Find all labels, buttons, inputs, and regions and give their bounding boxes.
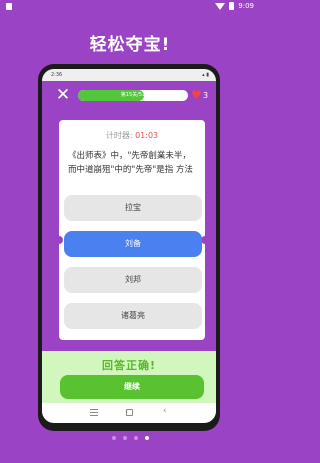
back-icon[interactable]: ‹	[163, 406, 167, 416]
app-screen: 2:36 ▴ ▮ ✕ 第15关/51 ♥ 3 计时器: 01:03 《出师表》中…	[42, 69, 216, 423]
timer: 计时器: 01:03	[59, 130, 205, 141]
system-status-bar: 9:09	[0, 0, 260, 14]
lives-count: 3	[203, 91, 209, 100]
feedback-text: 回答正确!	[101, 359, 157, 372]
notification-icon	[6, 3, 12, 10]
timer-value: 01:03	[135, 131, 159, 140]
close-icon[interactable]: ✕	[55, 87, 71, 104]
android-nav-bar: ‹	[42, 403, 216, 423]
phone-frame: 2:36 ▴ ▮ ✕ 第15关/51 ♥ 3 计时器: 01:03 《出师表》中…	[38, 64, 220, 431]
feedback-panel: 回答正确! 继续	[42, 351, 216, 403]
card-notch-right	[201, 236, 209, 244]
wifi-icon	[215, 2, 226, 10]
answer-option[interactable]: 刘备	[64, 231, 202, 257]
answer-option[interactable]: 诸葛亮	[64, 303, 202, 329]
progress-label: 第15关/51	[120, 92, 146, 98]
quiz-header: ✕ 第15关/51 ♥ 3	[42, 81, 216, 111]
question-text: 《出师表》中，"先帝創業未半，而中道崩殂"中的"先帝"是指 方法	[68, 151, 193, 175]
battery-icon	[229, 2, 235, 10]
answer-option[interactable]: 拉宝	[64, 195, 202, 221]
promo-title: 轻松夺宝!	[89, 35, 171, 55]
inner-status-bar: 2:36 ▴ ▮	[42, 69, 216, 81]
system-time: 9:09	[238, 2, 254, 10]
card-notch-left	[55, 236, 63, 244]
continue-button[interactable]: 继续	[60, 375, 204, 399]
question-card: 计时器: 01:03 《出师表》中，"先帝創業未半，而中道崩殂"中的"先帝"是指…	[55, 120, 209, 340]
page-dot[interactable]	[133, 436, 138, 440]
page-dot[interactable]	[144, 436, 149, 440]
inner-status-icons: ▴ ▮	[202, 72, 209, 78]
page-indicator	[0, 436, 260, 440]
heart-icon: ♥	[191, 88, 202, 102]
page-dot[interactable]	[122, 436, 127, 440]
inner-time: 2:36	[51, 72, 63, 78]
page-dot[interactable]	[111, 436, 116, 440]
home-icon[interactable]	[126, 409, 133, 416]
timer-label: 计时器:	[105, 131, 133, 140]
menu-icon[interactable]	[90, 409, 98, 416]
level-progress-bar: 第15关/51	[78, 90, 188, 101]
answer-option[interactable]: 刘邦	[64, 267, 202, 293]
